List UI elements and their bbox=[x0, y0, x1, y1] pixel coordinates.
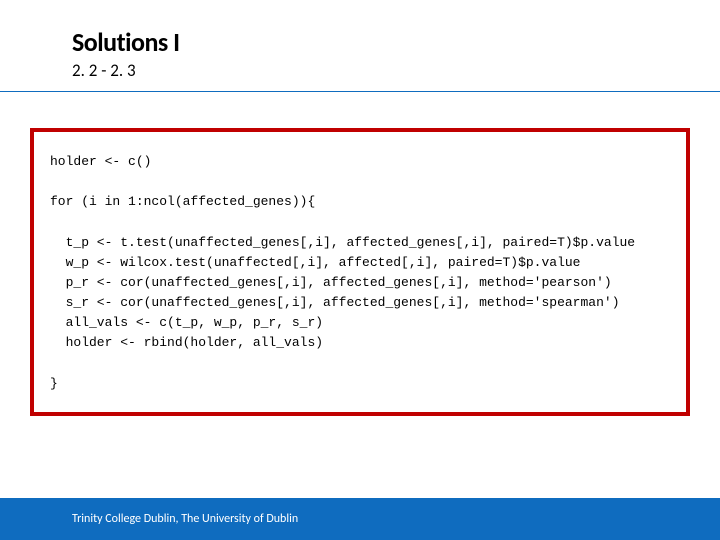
code-box: holder <- c() for (i in 1:ncol(affected_… bbox=[30, 128, 690, 416]
slide-subtitle: 2. 2 - 2. 3 bbox=[72, 60, 720, 81]
slide-footer: Trinity College Dublin, The University o… bbox=[0, 498, 720, 540]
code-block: holder <- c() for (i in 1:ncol(affected_… bbox=[50, 152, 670, 394]
slide-header: Solutions I 2. 2 - 2. 3 bbox=[0, 0, 720, 81]
footer-text: Trinity College Dublin, The University o… bbox=[72, 512, 298, 526]
header-divider bbox=[0, 91, 720, 92]
slide-title: Solutions I bbox=[72, 26, 720, 58]
